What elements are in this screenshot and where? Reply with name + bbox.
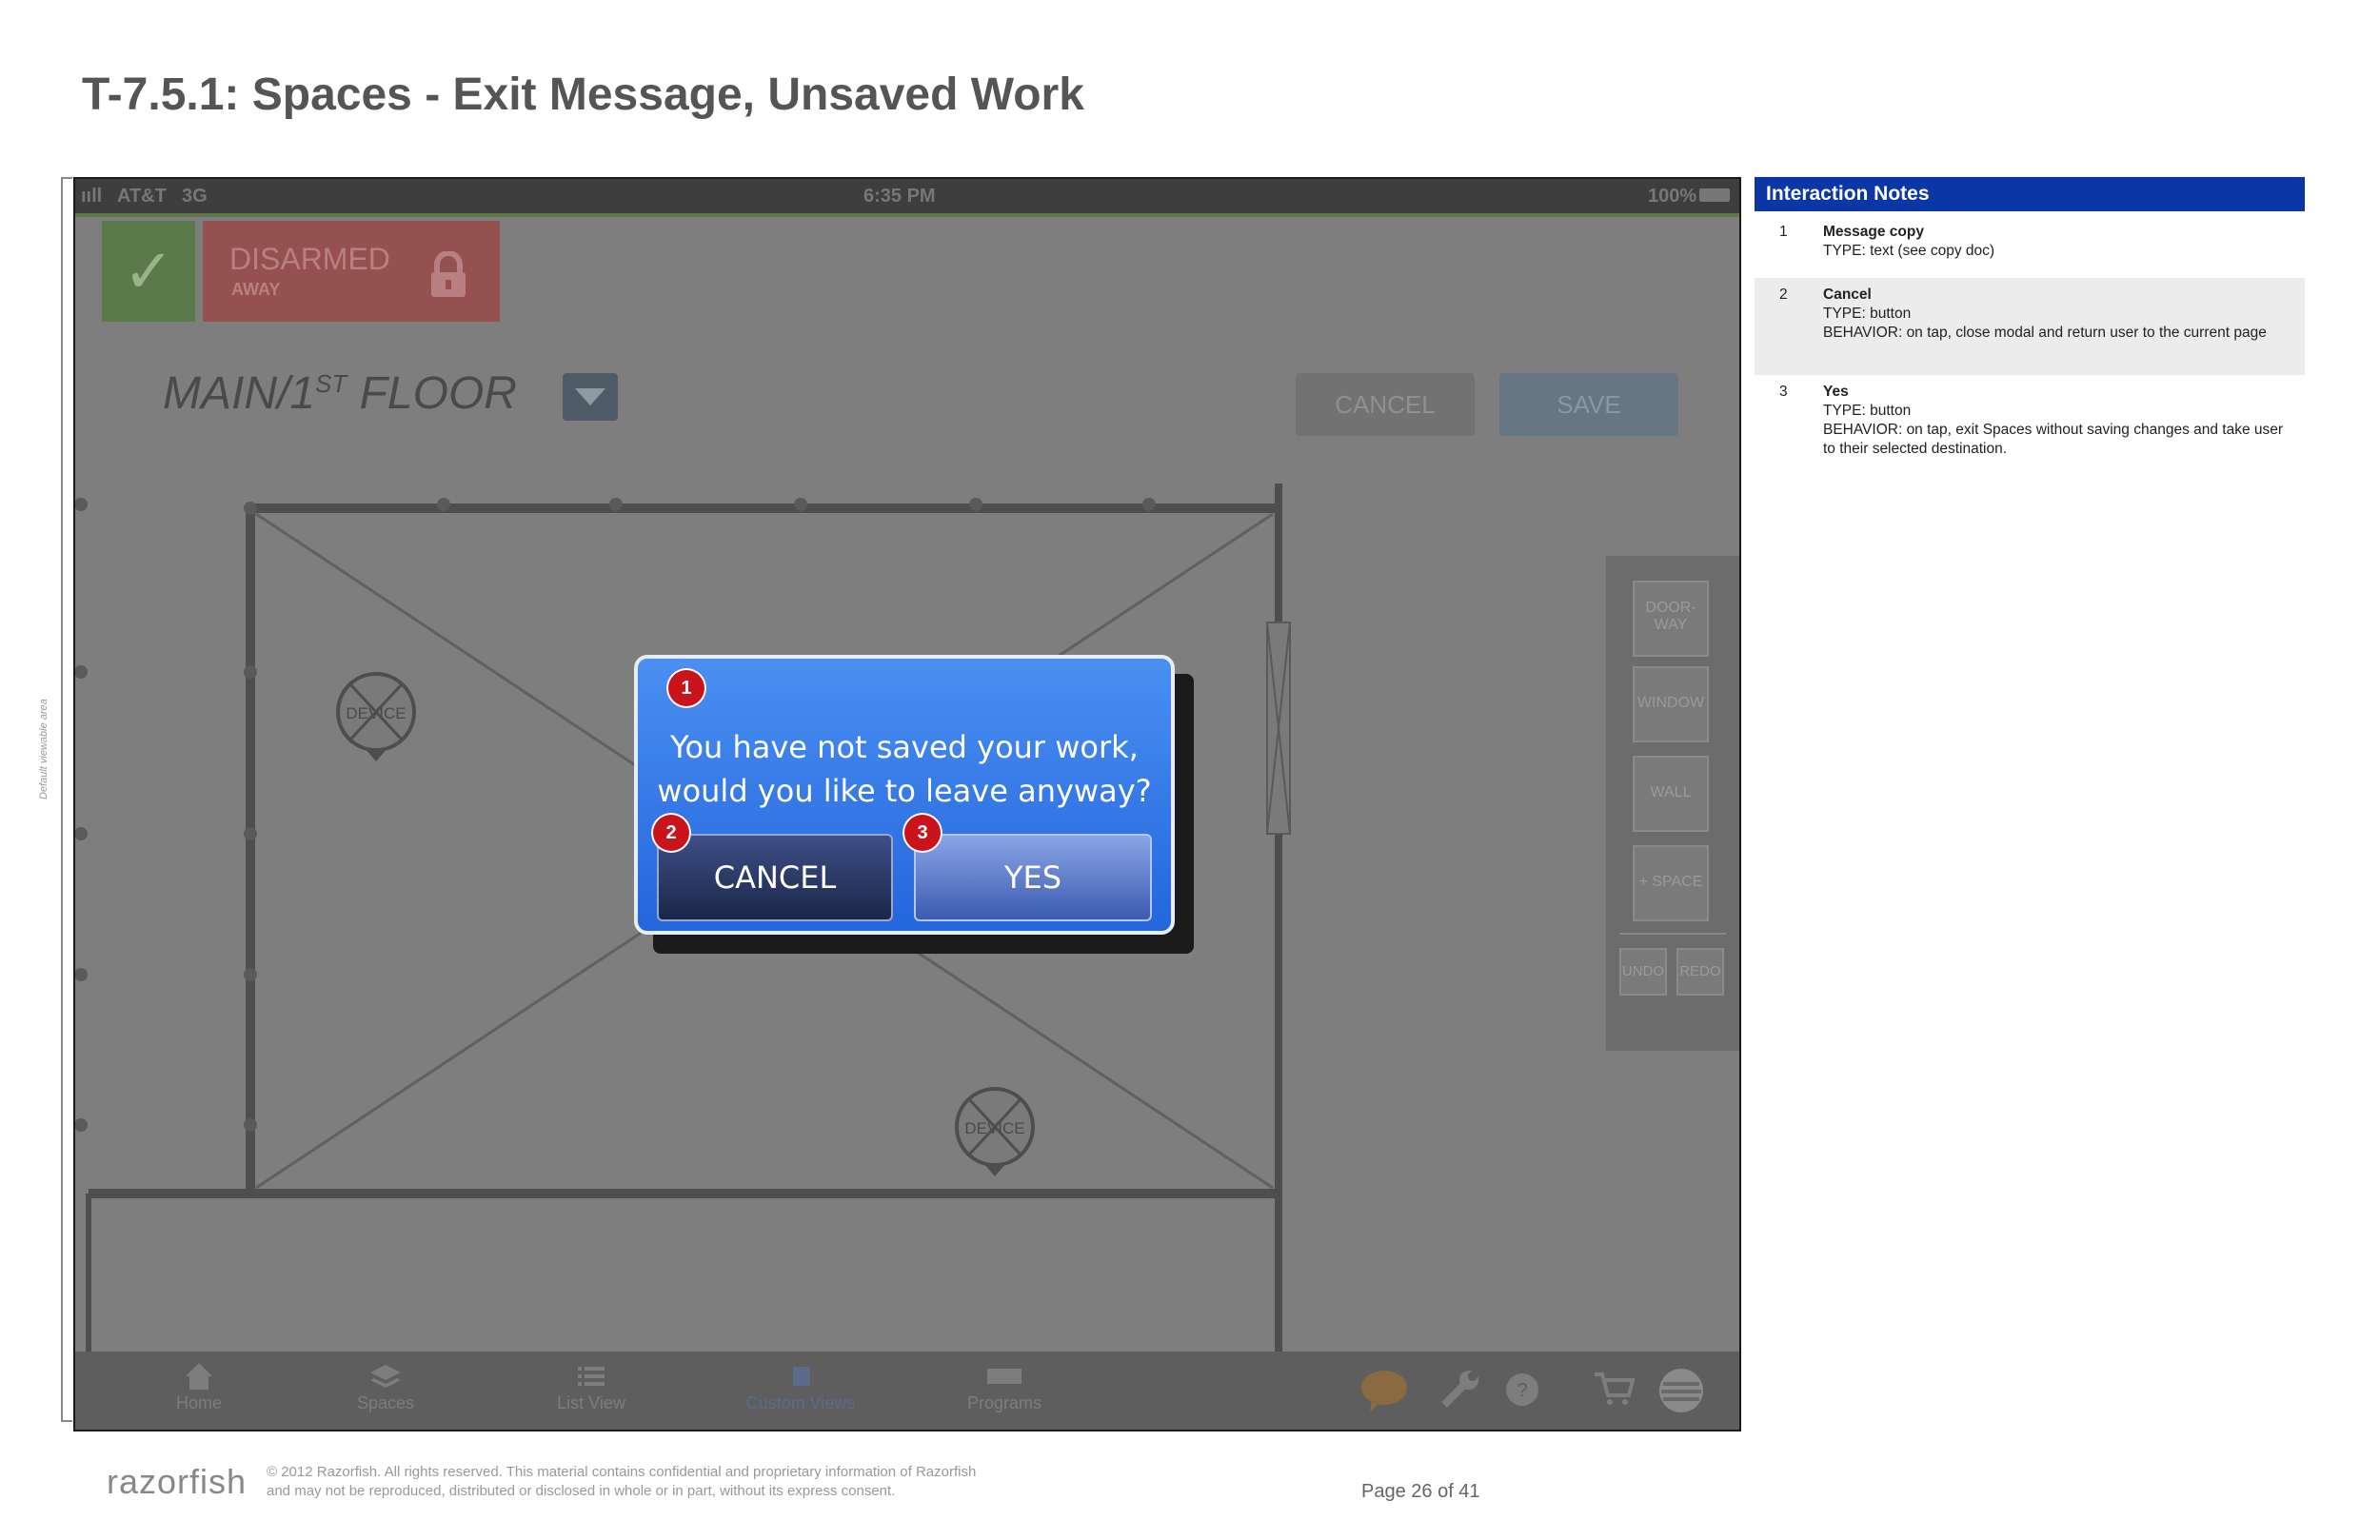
alarm-mode-label: AWAY: [231, 280, 281, 299]
window-tool-label: WINDOW: [1636, 695, 1705, 711]
viewable-area-bracket: [61, 177, 72, 1422]
annotation-marker-3: 3: [902, 813, 942, 853]
cart-icon[interactable]: [1593, 1369, 1635, 1407]
note-2: 2 Cancel TYPE: button BEHAVIOR: on tap, …: [1755, 278, 2305, 375]
carrier-label: AT&T: [117, 186, 167, 207]
nav-list-view[interactable]: List View: [515, 1361, 667, 1413]
note-3-number: 3: [1779, 384, 1788, 400]
floor-name-superscript: ST: [315, 369, 347, 398]
floor-name-prefix: MAIN/1: [163, 368, 316, 419]
modal-cancel-button[interactable]: CANCEL: [657, 834, 893, 921]
nav-list-view-label: List View: [557, 1393, 625, 1412]
nav-custom-views-label: Custom Views: [745, 1393, 856, 1412]
wall-tool-label: WALL: [1650, 784, 1692, 800]
nav-home-label: Home: [175, 1393, 222, 1412]
chevron-down-icon: [575, 388, 605, 405]
copyright-notice: © 2012 Razorfish. All rights reserved. T…: [267, 1463, 1123, 1501]
interaction-notes-header: Interaction Notes: [1755, 177, 2305, 211]
wrench-icon[interactable]: [1438, 1369, 1480, 1411]
note-2-title: Cancel: [1823, 286, 1872, 303]
page-number: Page 26 of 41: [1361, 1481, 1480, 1502]
bottom-nav-bar: Home Spaces List View Custom Views Progr…: [75, 1352, 1739, 1430]
note-2-number: 2: [1779, 286, 1788, 303]
modal-message-line-1: You have not saved your work,: [670, 729, 1139, 765]
nav-programs-label: Programs: [966, 1393, 1042, 1412]
lock-icon: [431, 251, 466, 297]
battery-label: 100%: [1648, 186, 1697, 207]
device-label-1: DEVICE: [346, 704, 406, 722]
annotation-marker-2: 2: [651, 813, 691, 853]
cancel-button[interactable]: CANCEL: [1296, 373, 1475, 436]
note-1-line-1: TYPE: text (see copy doc): [1823, 243, 1995, 259]
doorway-tool-label-1: DOOR-: [1645, 600, 1696, 616]
exit-confirmation-modal: You have not saved your work, would you …: [634, 655, 1175, 935]
modal-message-line-2: would you like to leave anyway?: [657, 773, 1152, 809]
undo-button[interactable]: UNDO: [1619, 948, 1667, 996]
copyright-line-1: © 2012 Razorfish. All rights reserved. T…: [267, 1464, 977, 1480]
chat-icon[interactable]: [1360, 1369, 1408, 1412]
modal-yes-button[interactable]: YES: [914, 834, 1152, 921]
nav-custom-views[interactable]: Custom Views: [724, 1361, 877, 1413]
palette-divider: [1619, 933, 1726, 935]
nav-home[interactable]: Home: [123, 1361, 275, 1413]
floor-name-suffix: FLOOR: [347, 368, 517, 419]
save-button[interactable]: SAVE: [1499, 373, 1678, 436]
wall-tool[interactable]: WALL: [1633, 756, 1709, 832]
status-bar: ııll AT&T 3G 6:35 PM 100%: [75, 179, 1739, 213]
doorway-tool[interactable]: DOOR- WAY: [1633, 581, 1709, 657]
alarm-status-label: DISARMED: [229, 242, 390, 276]
battery-icon: [1699, 188, 1730, 202]
device-marker-1[interactable]: DEVICE: [336, 672, 416, 761]
note-1-number: 1: [1779, 224, 1788, 240]
note-1: 1 Message copy TYPE: text (see copy doc): [1755, 215, 2305, 276]
att-logo-icon[interactable]: [1657, 1367, 1705, 1414]
modal-message: You have not saved your work, would you …: [638, 725, 1171, 813]
copyright-line-2: and may not be reproduced, distributed o…: [267, 1483, 896, 1499]
add-space-tool-label: + SPACE: [1638, 874, 1703, 890]
floor-title: MAIN/1ST FLOOR: [163, 367, 517, 420]
note-3-line-2: BEHAVIOR: on tap, exit Spaces without sa…: [1823, 422, 2284, 457]
signal-icon: ııll: [81, 186, 103, 207]
alarm-status-button[interactable]: DISARMED AWAY: [203, 221, 500, 322]
svg-text:?: ?: [1517, 1380, 1527, 1401]
status-divider: [75, 213, 1739, 217]
note-1-title: Message copy: [1823, 224, 1924, 240]
clock-label: 6:35 PM: [863, 186, 936, 207]
redo-button[interactable]: REDO: [1676, 948, 1724, 996]
nav-programs[interactable]: Programs: [928, 1361, 1081, 1413]
home-icon: [186, 1363, 212, 1390]
network-label: 3G: [182, 186, 208, 207]
help-icon[interactable]: ?: [1505, 1372, 1539, 1407]
nav-spaces-label: Spaces: [356, 1393, 415, 1412]
annotation-marker-1: 1: [666, 668, 706, 708]
viewable-area-label: Default viewable area: [38, 699, 50, 800]
add-space-tool[interactable]: + SPACE: [1633, 845, 1709, 921]
note-3: 3 Yes TYPE: button BEHAVIOR: on tap, exi…: [1755, 375, 2305, 470]
note-2-line-1: TYPE: button: [1823, 306, 1912, 322]
note-3-title: Yes: [1823, 384, 1849, 400]
device-label-2: DEVICE: [964, 1119, 1024, 1137]
razorfish-logo: razorfish: [107, 1462, 248, 1501]
doorway-tool-label-2: WAY: [1654, 617, 1688, 633]
spaces-icon: [370, 1365, 401, 1388]
custom-views-icon: [793, 1367, 810, 1386]
tool-palette: DOOR- WAY WINDOW WALL + SPACE UNDO REDO: [1606, 556, 1739, 1051]
window-tool[interactable]: WINDOW: [1633, 666, 1709, 742]
floor-dropdown-button[interactable]: [563, 373, 618, 421]
armed-check-icon[interactable]: ✓: [102, 221, 195, 322]
nav-spaces[interactable]: Spaces: [309, 1361, 462, 1413]
note-2-line-2: BEHAVIOR: on tap, close modal and return…: [1823, 325, 2267, 341]
device-marker-2[interactable]: DEVICE: [955, 1087, 1035, 1176]
list-icon: [578, 1367, 605, 1386]
note-3-line-1: TYPE: button: [1823, 403, 1912, 419]
programs-icon: [987, 1369, 1021, 1384]
page-title: T-7.5.1: Spaces - Exit Message, Unsaved …: [82, 69, 1084, 120]
